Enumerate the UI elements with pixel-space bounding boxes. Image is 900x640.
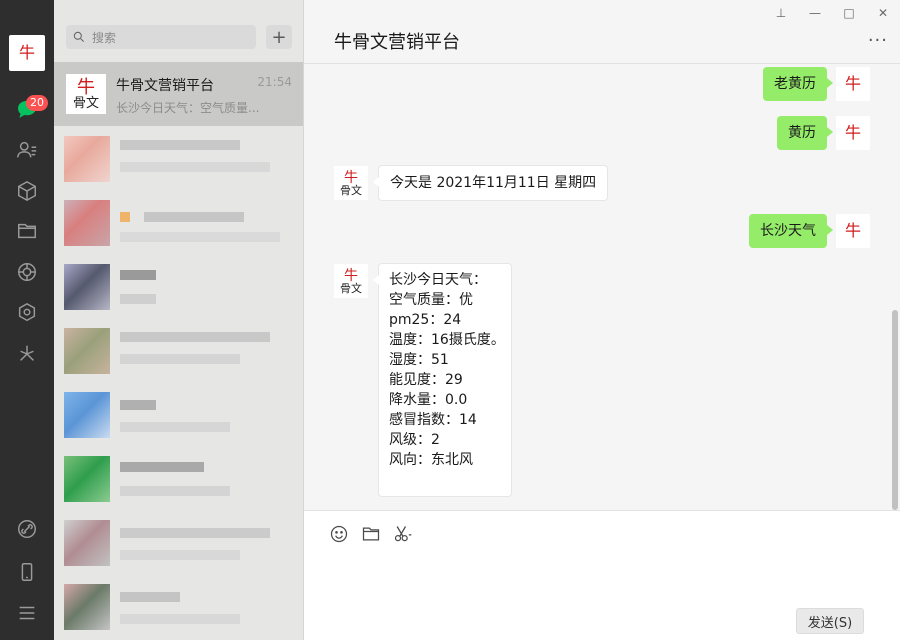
message-input[interactable]: 发送(S) bbox=[304, 511, 900, 640]
list-item[interactable] bbox=[54, 190, 303, 254]
conversation-name: 牛骨文营销平台 bbox=[116, 78, 214, 94]
search-placeholder: 搜索 bbox=[92, 30, 117, 45]
conversation-item[interactable]: 牛骨文 牛骨文营销平台 21:54 长沙今日天气：空气质量... bbox=[54, 62, 303, 126]
contact-avatar[interactable]: 牛骨文 bbox=[334, 166, 368, 200]
more-button[interactable]: ··· bbox=[868, 30, 888, 51]
weather-line: 空气质量：优 bbox=[389, 292, 473, 308]
search-input[interactable]: 搜索 bbox=[66, 25, 256, 49]
conversation-avatar: 牛骨文 bbox=[66, 74, 106, 114]
cube-icon[interactable] bbox=[14, 178, 40, 204]
weather-line: 降水量：0.0 bbox=[389, 392, 468, 408]
list-item[interactable] bbox=[54, 318, 303, 382]
conversation-time: 21:54 bbox=[257, 75, 292, 89]
list-item[interactable] bbox=[54, 126, 303, 190]
weather-line: pm25：24 bbox=[389, 312, 462, 328]
folder-icon[interactable] bbox=[360, 523, 382, 545]
hexagon-icon[interactable] bbox=[14, 300, 40, 326]
my-avatar[interactable]: 牛 bbox=[836, 67, 870, 101]
weather-line: 风级：2 bbox=[389, 432, 440, 448]
chat-scrollbar[interactable] bbox=[892, 310, 898, 510]
weather-message[interactable]: 长沙今日天气： 空气质量：优 pm25：24 温度：16摄氏度。 湿度：51 能… bbox=[373, 263, 512, 497]
message-bubble[interactable]: 黄历 bbox=[777, 116, 833, 150]
link-icon[interactable] bbox=[14, 516, 40, 542]
weather-line: 温度：16摄氏度。 bbox=[389, 332, 505, 348]
phone-icon[interactable] bbox=[14, 559, 40, 585]
emoji-icon[interactable] bbox=[328, 523, 350, 545]
weather-line: 风向：东北风 bbox=[389, 452, 473, 468]
list-item[interactable] bbox=[54, 254, 303, 318]
header-divider bbox=[304, 63, 900, 64]
sparkle-icon[interactable] bbox=[14, 341, 40, 367]
folder-icon[interactable] bbox=[14, 218, 40, 244]
my-avatar[interactable]: 牛 bbox=[836, 116, 870, 150]
message-bubble[interactable]: 长沙天气 bbox=[749, 214, 833, 248]
weather-line: 长沙今日天气： bbox=[389, 272, 487, 288]
weather-line: 湿度：51 bbox=[389, 352, 449, 368]
window-controls: ⊥ — □ ✕ bbox=[764, 6, 900, 22]
message-bubble[interactable]: 老黄历 bbox=[763, 67, 833, 101]
user-avatar[interactable]: 牛 bbox=[9, 35, 45, 71]
search-icon bbox=[73, 31, 85, 43]
list-item[interactable] bbox=[54, 574, 303, 638]
message-bubble[interactable]: 今天是 2021年11月11日 星期四 bbox=[372, 165, 609, 201]
minimize-button[interactable]: — bbox=[798, 6, 832, 22]
my-avatar[interactable]: 牛 bbox=[836, 214, 870, 248]
pin-button[interactable]: ⊥ bbox=[764, 6, 798, 22]
aperture-icon[interactable] bbox=[14, 259, 40, 285]
add-button[interactable]: + bbox=[266, 25, 292, 49]
weather-line: 能见度：29 bbox=[389, 372, 463, 388]
conversation-preview: 长沙今日天气：空气质量... bbox=[116, 101, 260, 115]
close-button[interactable]: ✕ bbox=[866, 6, 900, 22]
list-item[interactable] bbox=[54, 510, 303, 574]
contact-avatar[interactable]: 牛骨文 bbox=[334, 264, 368, 298]
nav-rail: 牛 20 bbox=[0, 0, 54, 640]
weather-line: 感冒指数：14 bbox=[389, 412, 477, 428]
scissors-icon[interactable] bbox=[392, 523, 414, 545]
wechat-window: 牛 20 搜索 + 牛 骨文 牛骨文营销平台 21:54 长沙今日天气：空气质量… bbox=[0, 0, 900, 640]
maximize-button[interactable]: □ bbox=[832, 6, 866, 22]
menu-icon[interactable] bbox=[14, 600, 40, 626]
chat-title: 牛骨文营销平台 bbox=[334, 32, 460, 53]
list-item[interactable] bbox=[54, 382, 303, 446]
contacts-icon[interactable] bbox=[14, 137, 40, 163]
unread-badge: 20 bbox=[26, 95, 48, 111]
send-button[interactable]: 发送(S) bbox=[796, 608, 864, 634]
chat-panel: ⊥ — □ ✕ 牛骨文营销平台 ··· 老黄历 牛 黄历 牛 牛骨文 今天是 2… bbox=[304, 0, 900, 640]
conversation-list: 搜索 + 牛骨文 牛骨文营销平台 21:54 长沙今日天气：空气质量... bbox=[54, 0, 304, 640]
list-item[interactable] bbox=[54, 446, 303, 510]
